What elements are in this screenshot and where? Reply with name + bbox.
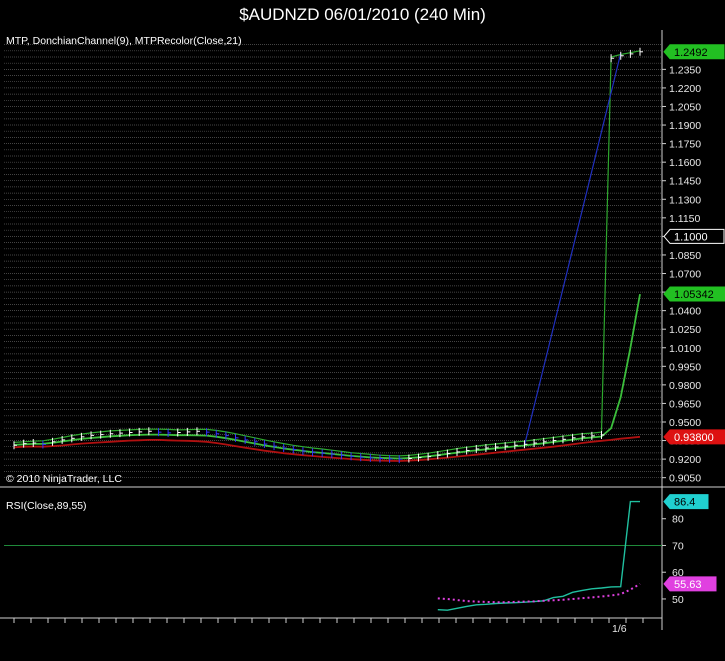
price-panel-label: MTP, DonchianChannel(9), MTPRecolor(Clos… xyxy=(6,35,242,47)
price-tick-label: 1.0850 xyxy=(669,250,701,262)
price-tick-label: 1.1600 xyxy=(669,157,701,169)
rsi-tick-label: 70 xyxy=(672,540,684,552)
price-marker: 1.05342 xyxy=(663,286,725,302)
rsi-series xyxy=(437,500,641,611)
price-tick-label: 1.1150 xyxy=(669,213,700,225)
price-tick-label: 1.0250 xyxy=(669,324,701,336)
chart-area[interactable]: 0.90500.92000.93500.95000.96500.98000.99… xyxy=(0,30,725,661)
price-marker: 1.1000 xyxy=(663,228,725,244)
chart-title: $AUDNZD 06/01/2010 (240 Min) xyxy=(239,5,486,24)
rsi-tick-label: 80 xyxy=(672,514,684,526)
price-tick-label: 1.0400 xyxy=(669,306,701,318)
price-tick-label: 0.9050 xyxy=(669,473,701,485)
rsi-panel-label: RSI(Close,89,55) xyxy=(6,500,87,512)
x-date-label: 1/6 xyxy=(612,623,627,635)
donchian-mid-line xyxy=(13,293,641,460)
price-marker-label: 1.1000 xyxy=(674,231,708,243)
time-axis xyxy=(0,617,662,623)
donchian-upper-line xyxy=(13,50,641,457)
price-tick-label: 0.9200 xyxy=(669,454,701,466)
copyright-label: © 2010 NinjaTrader, LLC xyxy=(6,473,122,485)
price-tick-label: 1.2050 xyxy=(669,101,701,113)
rsi-axis: 5060708086.455.63 xyxy=(662,494,717,606)
price-series xyxy=(13,47,643,464)
rsi-marker-label: 86.4 xyxy=(674,497,695,509)
price-marker: 0.93800 xyxy=(663,429,725,445)
price-marker-label: 1.2492 xyxy=(674,47,708,59)
price-tick-label: 1.1450 xyxy=(669,176,701,188)
price-tick-label: 1.0100 xyxy=(669,343,701,355)
price-tick-label: 0.9500 xyxy=(669,417,701,429)
price-gridlines xyxy=(4,44,662,479)
price-tick-label: 0.9650 xyxy=(669,398,701,410)
price-tick-label: 1.1750 xyxy=(669,139,701,151)
price-tick-label: 1.2350 xyxy=(669,64,701,76)
rsi-marker-label: 55.63 xyxy=(674,579,702,591)
price-tick-label: 0.9950 xyxy=(669,361,701,373)
price-tick-label: 1.1900 xyxy=(669,120,701,132)
price-tick-label: 0.9800 xyxy=(669,380,701,392)
price-marker: 1.2492 xyxy=(663,44,725,60)
rsi-marker: 86.4 xyxy=(663,494,709,510)
rsi-tick-label: 50 xyxy=(672,594,684,606)
price-marker-label: 0.93800 xyxy=(674,432,714,444)
price-marker-label: 1.05342 xyxy=(674,289,714,301)
price-tick-label: 1.0700 xyxy=(669,269,701,281)
price-tick-label: 1.2200 xyxy=(669,83,701,95)
rsi-line xyxy=(437,500,640,611)
price-tick-label: 1.1300 xyxy=(669,194,701,206)
rsi-marker: 55.63 xyxy=(663,576,717,592)
